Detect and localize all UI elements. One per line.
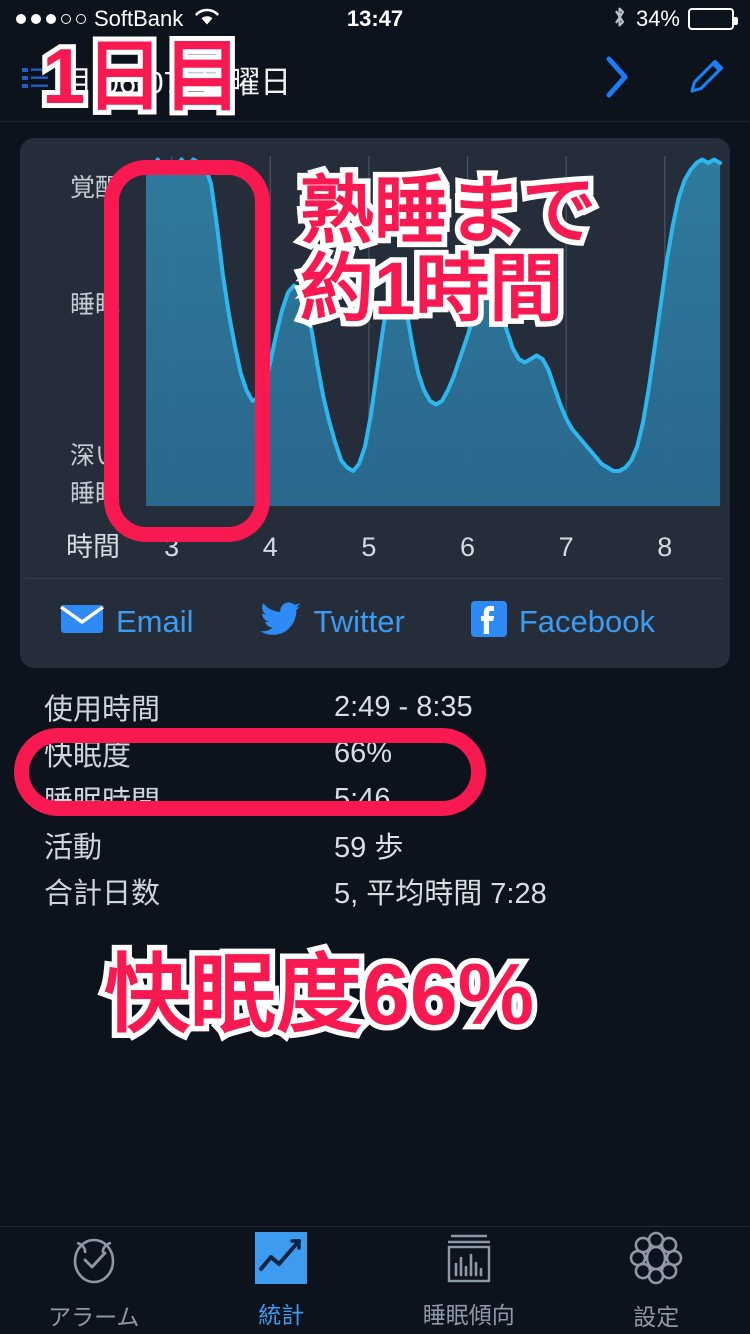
tab-alarm[interactable]: アラーム: [0, 1227, 188, 1334]
svg-text:5: 5: [361, 532, 376, 562]
tab-label: 睡眠傾向: [422, 1302, 515, 1328]
tab-statistics[interactable]: 統計: [188, 1227, 376, 1334]
svg-text:時間: 時間: [66, 532, 120, 562]
tab-label: 設定: [633, 1304, 680, 1330]
stat-row-total-days: 合計日数 5, 平均時間 7:28: [44, 868, 706, 914]
pencil-edit-icon[interactable]: [684, 55, 728, 104]
signal-dot-empty: [76, 14, 86, 24]
stat-value: 5, 平均時間 7:28: [334, 878, 547, 910]
svg-text:6: 6: [460, 532, 475, 562]
share-row: Email Twitter Facebook: [20, 579, 730, 668]
share-facebook-button[interactable]: Facebook: [470, 601, 655, 642]
tab-settings[interactable]: 設定: [563, 1227, 750, 1334]
svg-text:睡眠: 睡眠: [70, 480, 120, 508]
svg-text:睡眠: 睡眠: [70, 291, 120, 319]
statistics-chart-icon: [254, 1231, 308, 1290]
signal-dot-filled: [16, 14, 26, 24]
battery-percent-label: 34%: [635, 6, 680, 31]
tab-label: 統計: [258, 1302, 305, 1328]
carrier-name: SoftBank: [94, 6, 184, 31]
signal-dot-empty: [61, 14, 71, 24]
stat-value: 66%: [334, 736, 393, 769]
status-bar-left: SoftBank: [16, 6, 221, 32]
share-email-label: Email: [116, 603, 194, 639]
battery-icon: [688, 8, 738, 30]
page-title: 月 06-07, 日曜日: [62, 65, 292, 100]
tab-bar: アラーム 統計 睡眠傾向 設定: [0, 1226, 750, 1334]
stat-label: 活動: [44, 832, 103, 864]
stat-label: 使用時間: [44, 694, 161, 726]
facebook-icon: [470, 601, 507, 642]
svg-text:覚醒: 覚醒: [70, 174, 120, 202]
svg-text:3: 3: [164, 532, 179, 562]
alarm-clock-icon: [65, 1229, 123, 1292]
stat-row-usage-time: 使用時間 2:49 - 8:35: [44, 684, 706, 730]
sleep-chart-card: 覚醒 睡眠 深い 睡眠 時間 345678 Email Twitter Face…: [20, 138, 730, 668]
sleep-chart[interactable]: 覚醒 睡眠 深い 睡眠 時間 345678: [20, 138, 730, 578]
svg-text:7: 7: [559, 532, 574, 562]
stat-value: 2:49 - 8:35: [334, 690, 473, 723]
tab-sleep-trend[interactable]: 睡眠傾向: [375, 1227, 563, 1334]
stat-label: 快眠度: [44, 740, 132, 772]
nav-bar: 月 06-07, 日曜日: [0, 38, 750, 122]
signal-strength-dots: [16, 14, 86, 24]
status-bar: SoftBank 13:47 34%: [0, 0, 750, 38]
list-icon[interactable]: [22, 65, 48, 94]
gear-icon: [627, 1229, 685, 1292]
stat-label: 合計日数: [44, 878, 161, 910]
sleep-trend-icon: [441, 1231, 497, 1290]
stat-row-sleep-quality: 快眠度 66%: [44, 730, 706, 776]
stats-list: 使用時間 2:49 - 8:35 快眠度 66% 睡眠時間 5:46 活動 59…: [0, 684, 750, 914]
share-facebook-label: Facebook: [518, 603, 655, 639]
svg-text:4: 4: [263, 532, 278, 562]
share-twitter-button[interactable]: Twitter: [259, 601, 405, 642]
nav-actions: [602, 54, 728, 105]
annotation-score-note: 快眠度66%: [98, 944, 539, 1046]
stat-value: 5:46: [334, 782, 391, 815]
wifi-icon: [193, 6, 221, 32]
signal-dot-filled: [31, 14, 41, 24]
svg-text:8: 8: [657, 532, 672, 562]
status-bar-right: 34%: [611, 4, 738, 35]
stat-row-activity: 活動 59 歩: [44, 822, 706, 868]
tab-label: アラーム: [48, 1304, 140, 1330]
stat-row-sleep-duration: 睡眠時間 5:46: [44, 776, 706, 822]
twitter-icon: [259, 601, 302, 642]
email-icon: [60, 603, 104, 640]
share-twitter-label: Twitter: [313, 603, 405, 639]
svg-text:深い: 深い: [70, 442, 120, 470]
signal-dot-filled: [46, 14, 56, 24]
stat-label: 睡眠時間: [44, 786, 161, 818]
bluetooth-icon: [611, 4, 628, 35]
share-email-button[interactable]: Email: [60, 603, 194, 640]
chevron-right-icon[interactable]: [602, 54, 632, 105]
stat-value: 59 歩: [334, 832, 404, 864]
